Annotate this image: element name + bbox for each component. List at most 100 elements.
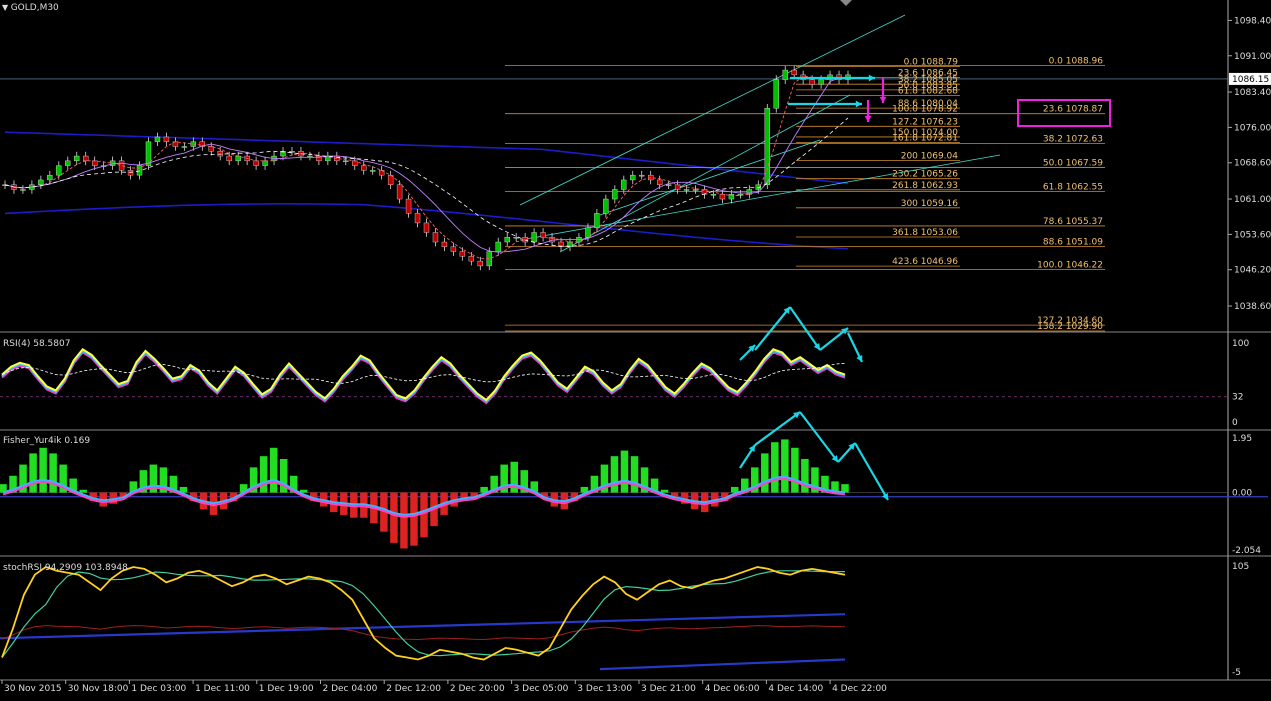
- fisher-arrow-e: [854, 442, 889, 501]
- fib-right-label: 100.0 1046.22: [1037, 261, 1103, 271]
- fisher-bar: [620, 450, 629, 493]
- fisher-bar: [259, 456, 268, 493]
- candle-body: [154, 136, 161, 142]
- rsi-label: RSI(4) 58.5807: [3, 339, 71, 349]
- chart-canvas[interactable]: 1098.40 1091.00 1083.40 1076.00 1068.60 1061.…: [0, 0, 1271, 701]
- time-tick-label: 1 Dec 19:00: [259, 684, 314, 694]
- time-tick-label: 30 Nov 18:00: [68, 684, 129, 694]
- dropdown-arrow-icon[interactable]: ▼: [2, 3, 11, 12]
- fisher-bar: [610, 456, 619, 493]
- fib-left-label: 200 1069.04: [901, 152, 959, 162]
- candle-body: [710, 194, 717, 196]
- candle-body: [343, 160, 349, 163]
- price-tick-label: 1038.60: [1234, 302, 1271, 312]
- fib-right-label: 78.6 1055.37: [1043, 217, 1103, 227]
- price-tick-label: 1098.40: [1234, 16, 1271, 26]
- candle-body: [405, 198, 412, 214]
- support-arrow-head: [855, 100, 862, 108]
- fib-left-label: 161.8 1072.81: [892, 134, 958, 144]
- candle-body: [396, 184, 403, 200]
- stoch-signal-line: [1, 570, 845, 658]
- candle-body: [217, 151, 223, 157]
- candle-body: [603, 198, 609, 214]
- price-tick-label: 1076.00: [1234, 123, 1271, 133]
- time-tick-label: 2 Dec 12:00: [386, 684, 441, 694]
- down-arrow-2-head: [864, 115, 872, 122]
- fisher-bar: [420, 492, 428, 538]
- fisher-arrow-b: [754, 411, 801, 446]
- stochrsi-label: stochRSI 94.2909 103.8948: [3, 563, 128, 573]
- fisher-bar: [79, 489, 87, 493]
- resistance-arrow-head: [868, 74, 875, 82]
- candle-body: [683, 189, 690, 191]
- fisher-bar: [49, 453, 57, 493]
- channel-line: [559, 94, 851, 253]
- time-tick-label: 3 Dec 21:00: [641, 684, 696, 694]
- fisher-bar: [29, 453, 37, 493]
- candle-body: [289, 151, 295, 153]
- time-tick-label: 30 Nov 2015: [4, 684, 62, 694]
- time-tick-label: 1 Dec 03:00: [131, 684, 186, 694]
- fisher-bar: [791, 447, 799, 493]
- fisher-label: Fisher_Yur4ik 0.169: [3, 436, 91, 446]
- candle-body: [127, 170, 134, 176]
- fisher-tick-label: -2.054: [1232, 546, 1261, 556]
- candle-body: [361, 165, 367, 171]
- fib-left-label: 127.2 1076.23: [892, 117, 958, 127]
- candle-body: [56, 165, 62, 176]
- candle-body: [74, 155, 80, 162]
- ma-slow-upper: [4, 131, 849, 185]
- time-tick-label: 4 Dec 06:00: [705, 684, 760, 694]
- fib-left-label: 423.6 1046.96: [892, 257, 958, 267]
- price-tick-label: 1061.00: [1234, 195, 1271, 205]
- candle-body: [423, 222, 430, 233]
- candle-body: [719, 194, 726, 200]
- price-tick-label: 1053.60: [1234, 230, 1271, 240]
- fib-left-label: 261.8 1062.93: [892, 181, 958, 191]
- fib-left-label: 300 1059.16: [901, 199, 959, 209]
- time-tick-label: 2 Dec 04:00: [323, 684, 378, 694]
- candle-body: [441, 241, 448, 248]
- time-tick-label: 2 Dec 20:00: [450, 684, 505, 694]
- scroll-marker-icon: [840, 0, 852, 6]
- candle-body: [226, 155, 232, 162]
- candle-body: [414, 213, 421, 224]
- price-tick-label: 1046.20: [1234, 266, 1271, 276]
- candle-body: [145, 141, 152, 166]
- chart-window[interactable]: 1098.40 1091.00 1083.40 1076.00 1068.60 1061.…: [0, 0, 1271, 701]
- candle-body: [495, 241, 501, 252]
- candle-body: [47, 174, 53, 181]
- fib-left-label: 230.2 1065.26: [892, 170, 958, 180]
- fisher-bar: [410, 492, 418, 546]
- price-tick-label: 1068.60: [1234, 159, 1271, 169]
- candle-body: [639, 174, 645, 177]
- candle-body: [656, 179, 663, 185]
- time-tick-label: 4 Dec 14:00: [768, 684, 823, 694]
- candle-body: [352, 160, 358, 166]
- symbol-label: GOLD,M30: [10, 3, 59, 13]
- candle-body: [83, 155, 89, 162]
- candle-body: [773, 79, 779, 109]
- fisher-bar: [400, 492, 408, 549]
- time-tick-label: 1 Dec 11:00: [195, 684, 250, 694]
- fisher-tick-label: 1.95: [1232, 434, 1252, 444]
- fib-right-label: 61.8 1062.55: [1043, 183, 1103, 193]
- candle-body: [621, 179, 627, 190]
- fib-right-label: 50.0 1067.59: [1043, 159, 1103, 169]
- fisher-bar: [269, 447, 278, 493]
- rsi-line-2: [1, 347, 846, 402]
- stoch-tick-label: -5: [1232, 668, 1241, 678]
- stoch-main-line: [1, 565, 846, 661]
- candle-body: [504, 237, 510, 243]
- candle-body: [181, 146, 188, 148]
- candle-body: [369, 170, 376, 172]
- candle-body: [809, 79, 815, 85]
- rsi-tick-label: 0: [1232, 418, 1238, 428]
- fib-right-label: 38.2 1072.63: [1043, 134, 1103, 144]
- fisher-bar: [781, 439, 789, 493]
- fisher-bar: [771, 442, 779, 493]
- fisher-bar: [660, 489, 669, 493]
- candle-body: [235, 155, 241, 162]
- candle-body: [612, 189, 618, 200]
- fisher-arrow-c: [799, 411, 839, 463]
